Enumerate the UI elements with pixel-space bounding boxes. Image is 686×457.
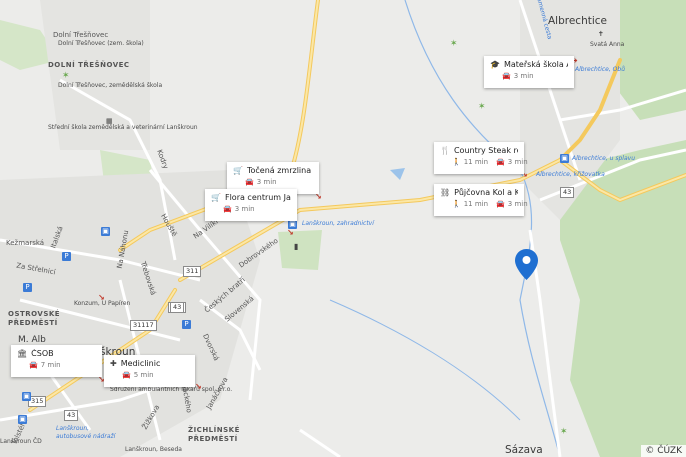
- playground-icon: ✶: [478, 102, 486, 112]
- cemetery-icon: ▮: [294, 242, 299, 251]
- drive-time: 7 min: [40, 361, 61, 369]
- station-label: Lanškroun ČD: [0, 438, 42, 445]
- car-icon: 🚘: [29, 361, 38, 369]
- place-card[interactable]: 🍴Country Steak res... 🚶11 min 🚘3 min: [434, 142, 528, 174]
- drive-time: 3 min: [234, 205, 255, 213]
- parking-icon[interactable]: P: [23, 283, 32, 292]
- map-attribution[interactable]: © ČÚZK: [641, 445, 686, 457]
- school-label: Střední škola zemědělská a veterinární L…: [48, 124, 198, 131]
- walk-icon: 🚶: [452, 158, 461, 166]
- drive-time: 3 min: [507, 158, 528, 166]
- road-number-badge: 311: [183, 266, 202, 277]
- playground-icon: ✶: [62, 71, 70, 81]
- bus-stop-icon[interactable]: ▣: [22, 392, 31, 401]
- street-label: Kežmarská: [6, 239, 45, 247]
- place-card[interactable]: 🏛 ČSOB 🚘 7 min: [11, 345, 102, 377]
- clinic-label: Sdružení ambulantních lékařů spol. s r.o…: [110, 386, 233, 393]
- car-icon: 🚘: [502, 72, 511, 80]
- place-card-title: Točená zmrzlina ...: [246, 166, 313, 175]
- place-card[interactable]: ⛓Půjčovna Kol a Ko... 🚶11 min 🚘3 min: [434, 184, 528, 216]
- church-label: Svatá Anna: [590, 41, 625, 48]
- playground-icon: ✶: [450, 39, 458, 49]
- school-label: Dolní Třešňovec, zemědělská škola: [58, 82, 163, 89]
- direction-arrow-icon: ↘: [195, 382, 202, 391]
- bike-rental-icon: ⛓: [440, 188, 451, 197]
- stop-label-albrechtice-obu: Albrechtice, Obů: [575, 66, 625, 73]
- map-canvas[interactable]: Albrechtice DOLNÍ TŘEŠŇOVEC OSTROVSKÉ PŘ…: [0, 0, 686, 457]
- cart-icon: 🛒: [233, 166, 243, 175]
- fork-knife-icon: 🍴: [440, 146, 450, 155]
- car-icon: 🚘: [122, 371, 131, 379]
- district-label-zichlinske: ŽICHLÍNSKÉ PŘEDMĚSTÍ: [188, 426, 240, 444]
- bank-icon: 🏛: [17, 349, 28, 358]
- drive-time: 3 min: [256, 178, 277, 186]
- district-label-dolni-tresnovec: DOLNÍ TŘEŠŇOVEC: [48, 61, 130, 69]
- playground-icon: ✶: [560, 427, 568, 437]
- district-label-ostrovske: OSTROVSKÉ PŘEDMĚSTÍ: [8, 310, 61, 328]
- place-card[interactable]: 🛒Flora centrum Jan... 🚘3 min: [205, 189, 297, 221]
- place-card-title: Flora centrum Jan...: [224, 193, 291, 202]
- direction-arrow-icon: ↘: [287, 228, 294, 237]
- place-card-title: Country Steak res...: [453, 146, 518, 155]
- parking-icon[interactable]: P: [62, 252, 71, 261]
- direction-arrow-icon: ↘: [98, 293, 105, 302]
- drive-time: 3 min: [507, 200, 528, 208]
- walk-icon: 🚶: [452, 200, 461, 208]
- stop-label-albrechtice-krizovatka: Albrechtice, křižovatka: [536, 171, 605, 178]
- road-number-badge: 43: [64, 410, 79, 421]
- walk-time: 11 min: [463, 200, 489, 208]
- graduation-cap-icon: 🎓: [490, 60, 500, 69]
- drive-time: 3 min: [513, 72, 534, 80]
- bus-stop-icon[interactable]: ▣: [560, 154, 569, 163]
- school-icon: ▦: [106, 117, 113, 125]
- place-card[interactable]: 🎓Mateřská škola Al... 🚘3 min: [484, 56, 574, 88]
- road-number-badge: 43: [170, 302, 185, 313]
- bus-station-label: Lanškroun, autobusové nádraží: [56, 425, 116, 440]
- bus-stop-icon[interactable]: ▣: [101, 227, 110, 236]
- church-icon: ✝: [598, 30, 604, 38]
- car-icon: 🚘: [223, 205, 232, 213]
- place-card-title: Půjčovna Kol a Ko...: [454, 188, 518, 197]
- street-label: Dolní Třešňovec: [53, 31, 109, 39]
- location-pin-icon[interactable]: [515, 249, 538, 280]
- stop-label-zahradnictvi: Lanškroun, zahradnictví: [302, 220, 374, 227]
- stop-label-albrechtice-splavu: Albrechtice, u splavu: [572, 155, 636, 162]
- town-label-sazava: Sázava: [505, 444, 543, 456]
- road-number-badge: 31117: [130, 320, 157, 331]
- place-card-title: Mediclinic: [120, 359, 161, 368]
- walk-time: 11 min: [463, 158, 489, 166]
- car-icon: 🚘: [245, 178, 254, 186]
- medical-plus-icon: ✚: [110, 359, 117, 368]
- town-label-m-alb: M. Alb: [18, 335, 46, 345]
- drive-time: 5 min: [133, 371, 154, 379]
- car-icon: 🚘: [496, 158, 505, 166]
- place-card-title: Mateřská škola Al...: [503, 60, 568, 69]
- cart-icon: 🛒: [211, 193, 221, 202]
- town-label-albrechtice: Albrechtice: [548, 15, 608, 27]
- school-label: Dolní Třešňovec (zem. škola): [58, 40, 144, 47]
- parking-icon[interactable]: P: [182, 320, 191, 329]
- stop-label: Lanškroun, Beseda: [125, 446, 182, 453]
- train-icon[interactable]: ▣: [18, 415, 27, 424]
- place-card-title: ČSOB: [31, 349, 54, 358]
- road-number-badge: 43: [560, 187, 575, 198]
- place-card[interactable]: ✚ Mediclinic 🚘 5 min: [104, 355, 195, 387]
- car-icon: 🚘: [496, 200, 505, 208]
